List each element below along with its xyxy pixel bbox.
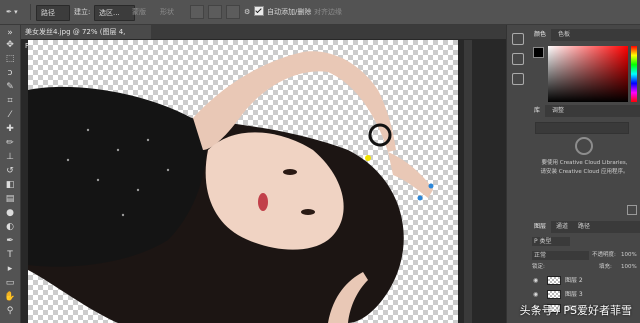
tab-adjustments[interactable]: 调整: [547, 105, 569, 117]
tab-libraries[interactable]: 库: [529, 105, 546, 117]
layer-row[interactable]: ◉ 图层 2: [529, 275, 640, 286]
auto-add-delete-checkbox[interactable]: 自动添加/删除: [254, 5, 311, 19]
lock-label: 锁定:: [532, 264, 545, 270]
tab-channels[interactable]: 通道: [551, 221, 573, 233]
crop-tool-icon[interactable]: ⌗: [4, 95, 16, 107]
layer-name: 图层 3: [565, 291, 583, 298]
lasso-tool-icon[interactable]: ↄ: [4, 67, 16, 79]
path-selection-tool-icon[interactable]: ▸: [4, 263, 16, 275]
library-select[interactable]: [535, 122, 629, 134]
panel-icon-column: [506, 25, 530, 323]
pen-tool-icon[interactable]: ✒: [4, 235, 16, 247]
cc-message-line1: 要使用 Creative Cloud Libraries,: [541, 160, 628, 166]
brush-settings-icon[interactable]: [512, 73, 524, 85]
tab-color[interactable]: 颜色: [529, 29, 552, 41]
healing-brush-tool-icon[interactable]: ✚: [4, 123, 16, 135]
color-picker-field[interactable]: [548, 46, 628, 102]
photo-subject: [28, 51, 434, 323]
fill-label: 填充:: [599, 264, 612, 270]
cc-message-line2: 请安装 Creative Cloud 应用程序。: [540, 169, 629, 175]
eraser-tool-icon[interactable]: ◧: [4, 179, 16, 191]
quick-select-tool-icon[interactable]: ✎: [4, 81, 16, 93]
clone-stamp-tool-icon[interactable]: ⊥: [4, 151, 16, 163]
blend-mode-select[interactable]: 正常: [532, 251, 589, 260]
make-selection-button[interactable]: 选区...: [94, 5, 135, 21]
layer-thumbnail: [547, 276, 561, 285]
brush-tool-icon[interactable]: ✏: [4, 137, 16, 149]
pen-mode-select[interactable]: 路径: [36, 5, 70, 21]
cc-message: 要使用 Creative Cloud Libraries, 请安装 Creati…: [531, 159, 638, 177]
foreground-color-swatch[interactable]: [533, 47, 544, 58]
align-edges-option[interactable]: 对齐边缘: [314, 5, 342, 19]
rectangle-tool-icon[interactable]: ▭: [4, 277, 16, 289]
gear-icon[interactable]: ⚙: [244, 5, 250, 19]
marquee-tool-icon[interactable]: ⬚: [4, 53, 16, 65]
path-arrangement-icon[interactable]: [226, 5, 240, 19]
opacity-value[interactable]: 100%: [621, 251, 637, 260]
watermark: 头条号 / PS爱好者菲雪: [519, 304, 632, 317]
checkbox-checked-icon: [254, 6, 264, 16]
eye-visibility-icon[interactable]: ◉: [533, 289, 538, 300]
tab-layers[interactable]: 图层: [529, 221, 552, 233]
blur-tool-icon[interactable]: ●: [4, 207, 16, 219]
fill-value[interactable]: 100%: [621, 263, 637, 272]
gradient-tool-icon[interactable]: ▤: [4, 193, 16, 205]
type-tool-icon[interactable]: T: [4, 249, 16, 261]
image-canvas[interactable]: [28, 40, 458, 323]
collapse-arrows-icon[interactable]: »: [4, 27, 16, 39]
path-alignment-icon[interactable]: [208, 5, 222, 19]
creative-cloud-icon: [575, 137, 593, 155]
eye-visibility-icon[interactable]: ◉: [533, 275, 538, 286]
properties-panel-icon[interactable]: [512, 53, 524, 65]
hue-slider[interactable]: [631, 46, 637, 102]
zoom-tool-icon[interactable]: ⚲: [4, 305, 16, 317]
shape-button[interactable]: 形状: [160, 5, 174, 19]
eyedropper-tool-icon[interactable]: ⁄: [4, 109, 16, 121]
vertical-scrollbar[interactable]: [464, 40, 472, 323]
pen-tool-preset-icon[interactable]: ✒ ▾: [6, 5, 18, 19]
tools-panel: » ✥ ⬚ ↄ ✎ ⌗ ⁄ ✚ ✏ ⊥ ↺ ◧ ▤ ● ◐ ✒ T ▸ ▭ ✋ …: [0, 25, 21, 323]
layer-thumbnail: [547, 290, 561, 299]
dodge-tool-icon[interactable]: ◐: [4, 221, 16, 233]
layer-row[interactable]: ◉ 图层 3: [529, 289, 640, 300]
make-label: 建立:: [74, 8, 91, 16]
tab-paths[interactable]: 路径: [573, 221, 595, 233]
auto-add-delete-label: 自动添加/删除: [267, 8, 312, 16]
layers-panel-tabs: 图层 通道 路径: [529, 221, 640, 233]
path-operations-icon[interactable]: [190, 5, 204, 19]
color-panel-tabs: 颜色 色板: [529, 29, 640, 41]
library-panel-tabs: 库 调整: [529, 105, 640, 117]
layer-filter-select[interactable]: P 类型: [532, 237, 570, 246]
mask-button[interactable]: 蒙版: [132, 5, 146, 19]
history-brush-tool-icon[interactable]: ↺: [4, 165, 16, 177]
document-tab[interactable]: 美女发丝4.jpg @ 72% (图层 4, RGB/8#) * ×: [21, 25, 151, 50]
history-panel-icon[interactable]: [512, 33, 524, 45]
tab-swatches[interactable]: 色板: [553, 29, 575, 41]
move-tool-icon[interactable]: ✥: [4, 39, 16, 51]
hand-tool-icon[interactable]: ✋: [4, 291, 16, 303]
library-add-icon[interactable]: [627, 205, 637, 215]
options-bar: ✒ ▾ 路径 建立: 选区... 蒙版 形状 ⚙ 自动添加/删除 对齐边缘: [0, 0, 640, 25]
layer-name: 图层 2: [565, 277, 583, 284]
opacity-label: 不透明度:: [592, 252, 616, 258]
divider: [30, 4, 31, 20]
